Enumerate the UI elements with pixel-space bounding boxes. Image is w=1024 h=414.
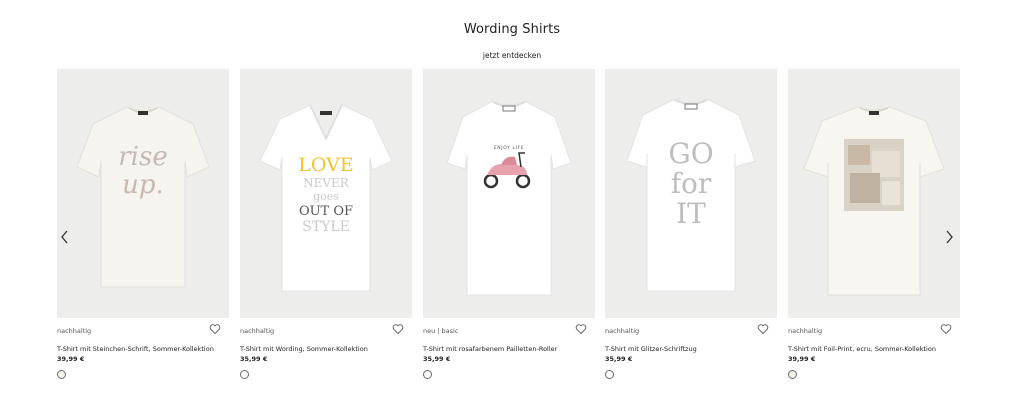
product-image[interactable]: [788, 69, 960, 318]
print-text-line: ENJOY LIFE: [494, 145, 524, 151]
product-price: 35,99 €: [240, 355, 268, 363]
product-name[interactable]: T-Shirt mit rosafarbenem Pailletten-Roll…: [423, 345, 595, 353]
product-name[interactable]: T-Shirt mit Foil-Print, ecru, Sommer-Kol…: [788, 345, 960, 353]
print-text-line: NEVER: [303, 176, 350, 190]
product-name[interactable]: T-Shirt mit Wording, Sommer-Kollektion: [240, 345, 412, 353]
print-text-line: rise: [118, 142, 167, 172]
product-price: 35,99 €: [605, 355, 633, 363]
print-text-line: up.: [122, 170, 164, 200]
wishlist-heart-icon[interactable]: [940, 323, 952, 335]
product-tag: neu | basic: [423, 327, 459, 335]
product-image[interactable]: rise up.: [57, 69, 229, 318]
product-image[interactable]: GO for IT: [605, 69, 777, 318]
color-swatch[interactable]: [57, 370, 66, 379]
discover-link[interactable]: jetzt entdecken: [0, 51, 1024, 60]
product-tag: nachhaltig: [788, 327, 823, 335]
print-text-line: LOVE: [298, 154, 353, 176]
product-carousel: rise up. nachhaltig T-Shirt mit Steinche…: [57, 69, 960, 389]
wishlist-heart-icon[interactable]: [757, 323, 769, 335]
color-swatch[interactable]: [605, 370, 614, 379]
product-price: 35,99 €: [423, 355, 451, 363]
product-card[interactable]: rise up. nachhaltig T-Shirt mit Steinche…: [57, 69, 229, 389]
print-text-line: IT: [676, 197, 706, 230]
print-text-line: STYLE: [302, 219, 350, 235]
product-image[interactable]: LOVE NEVER goes OUT OF STYLE: [240, 69, 412, 318]
color-swatch[interactable]: [240, 370, 249, 379]
print-text-line: for: [671, 167, 712, 200]
print-text-line: OUT OF: [299, 204, 353, 219]
product-tag: nachhaltig: [605, 327, 640, 335]
chevron-right-icon[interactable]: [942, 228, 956, 246]
color-swatch[interactable]: [423, 370, 432, 379]
print-text-line: GO: [668, 137, 713, 170]
product-image[interactable]: ENJOY LIFE: [423, 69, 595, 318]
product-tag: nachhaltig: [57, 327, 92, 335]
product-tag: nachhaltig: [240, 327, 275, 335]
wishlist-heart-icon[interactable]: [392, 323, 404, 335]
product-card[interactable]: nachhaltig T-Shirt mit Foil-Print, ecru,…: [788, 69, 960, 389]
product-name[interactable]: T-Shirt mit Steinchen-Schrift, Sommer-Ko…: [57, 345, 229, 353]
wishlist-heart-icon[interactable]: [209, 323, 221, 335]
product-price: 39,99 €: [788, 355, 816, 363]
product-name[interactable]: T-Shirt mit Glitzer-Schriftzug: [605, 345, 777, 353]
product-card[interactable]: ENJOY LIFE neu | basic T-Shirt mit rosaf…: [423, 69, 595, 389]
section-title: Wording Shirts: [463, 22, 561, 37]
print-text-line: goes: [313, 190, 339, 203]
product-card[interactable]: LOVE NEVER goes OUT OF STYLE nachhaltig …: [240, 69, 412, 389]
wishlist-heart-icon[interactable]: [575, 323, 587, 335]
chevron-left-icon[interactable]: [58, 228, 72, 246]
product-price: 39,99 €: [57, 355, 85, 363]
color-swatch[interactable]: [788, 370, 797, 379]
product-card[interactable]: GO for IT nachhaltig T-Shirt mit Glitzer…: [605, 69, 777, 389]
